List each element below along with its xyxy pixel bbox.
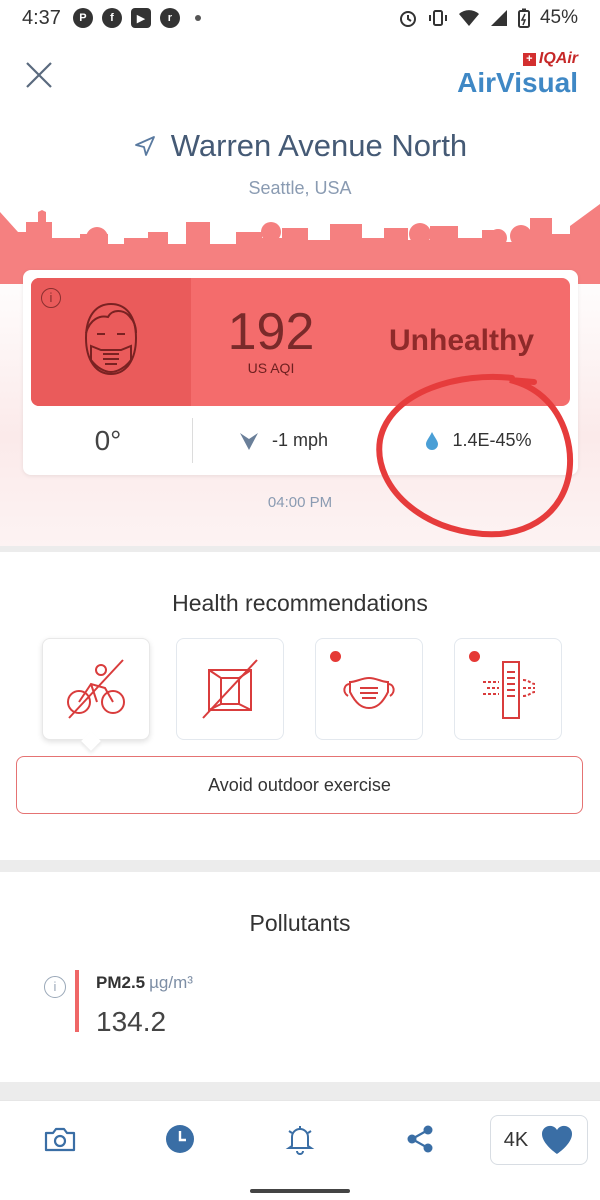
weather-divider <box>192 418 193 463</box>
battery-icon <box>517 8 530 28</box>
health-recommendations-section: Health recommendations Avoid outdoor exe… <box>0 552 600 860</box>
camera-button[interactable] <box>40 1121 80 1157</box>
favorites-button[interactable]: 4K <box>490 1115 588 1165</box>
rec-wear-mask[interactable] <box>315 638 423 740</box>
aqi-card[interactable]: i 192 US AQI Unhealthy 0° -1 mph 1.4E-45… <box>23 270 578 475</box>
youtube-icon: ▶ <box>130 8 151 28</box>
weather-row: 0° -1 mph 1.4E-45% <box>23 406 578 475</box>
clock-icon <box>166 1125 194 1153</box>
alert-dot <box>330 651 341 662</box>
history-button[interactable] <box>160 1121 200 1157</box>
air-purifier-icon <box>483 661 536 719</box>
facebook-icon: f <box>101 8 122 28</box>
close-icon <box>26 62 52 88</box>
rec-no-cycling[interactable] <box>42 638 150 740</box>
share-button[interactable] <box>400 1121 440 1157</box>
update-timestamp: 04:00 PM <box>267 494 333 511</box>
heart-icon <box>542 1125 573 1154</box>
health-title: Health recommendations <box>172 590 428 616</box>
bottom-nav: 4K <box>0 1100 600 1200</box>
wifi-icon <box>458 10 479 26</box>
alarm-icon <box>399 11 416 27</box>
temperature-value: 0° <box>94 424 122 456</box>
alerts-button[interactable] <box>280 1121 320 1157</box>
home-indicator <box>250 1189 350 1193</box>
iqair-logo: + IQAir AirVisual <box>457 50 578 98</box>
recommendation-text: Avoid outdoor exercise <box>16 756 583 814</box>
location-block: Warren Avenue North Seattle, USA <box>0 128 600 199</box>
pollutants-section: Pollutants i PM2.5 µg/m³ 134.2 <box>0 872 600 1082</box>
rec-air-purifier[interactable] <box>454 638 562 740</box>
brand-main: AirVisual <box>457 67 578 98</box>
wind: -1 mph <box>203 406 363 475</box>
pollutant-name: PM2.5 µg/m³ <box>96 973 193 993</box>
location-arrow-icon <box>134 136 155 156</box>
aqi-face-box: i <box>31 278 191 406</box>
alert-dot <box>469 651 480 662</box>
face-mask-icon <box>343 676 395 710</box>
camera-icon <box>44 1127 76 1152</box>
brand-top: IQAir <box>538 50 578 67</box>
humidity-value: 1.4E-45% <box>452 430 532 450</box>
aqi-header-section: + IQAir AirVisual Warren Avenue North Sea… <box>0 36 600 546</box>
reddit-icon: r <box>159 8 180 28</box>
vibrate-icon <box>428 10 447 26</box>
pollutants-title: Pollutants <box>249 910 351 936</box>
rec-close-windows[interactable] <box>176 638 284 740</box>
pollutant-info-icon[interactable]: i <box>44 976 66 998</box>
status-bar: 4:37 P f ▶ r 45% <box>0 0 600 36</box>
aqi-unit: US AQI <box>247 360 295 376</box>
bell-icon <box>285 1126 315 1155</box>
info-icon[interactable]: i <box>41 288 61 308</box>
swiss-flag-icon: + <box>522 52 536 66</box>
aqi-value: 192 <box>227 303 315 361</box>
battery-percent: 45% <box>539 7 578 28</box>
humidity-drop-icon <box>426 431 439 450</box>
wind-value: -1 mph <box>271 430 329 450</box>
location-name: Warren Avenue North <box>170 128 468 163</box>
pollutant-unit: µg/m³ <box>149 973 193 992</box>
wind-direction-icon <box>239 432 258 450</box>
app-notification-icon: P <box>72 8 93 28</box>
close-button[interactable] <box>22 58 56 92</box>
aqi-status: Unhealthy <box>389 324 535 357</box>
no-cycling-icon <box>67 659 125 719</box>
status-time: 4:37 <box>22 6 61 29</box>
humidity: 1.4E-45% <box>378 406 578 475</box>
pollutant-level-bar <box>75 970 79 1032</box>
temperature: 0° <box>23 406 193 475</box>
pollutant-value: 134.2 <box>96 1006 167 1037</box>
signal-icon <box>490 10 507 26</box>
share-icon <box>407 1125 433 1153</box>
more-notifications-dot <box>194 15 201 21</box>
location-city: Seattle, USA <box>248 178 352 198</box>
aqi-panel: i 192 US AQI Unhealthy <box>31 278 570 406</box>
favorites-count: 4K <box>503 1128 529 1151</box>
closed-window-icon <box>202 659 258 719</box>
pollutant-label: PM2.5 <box>96 973 146 992</box>
